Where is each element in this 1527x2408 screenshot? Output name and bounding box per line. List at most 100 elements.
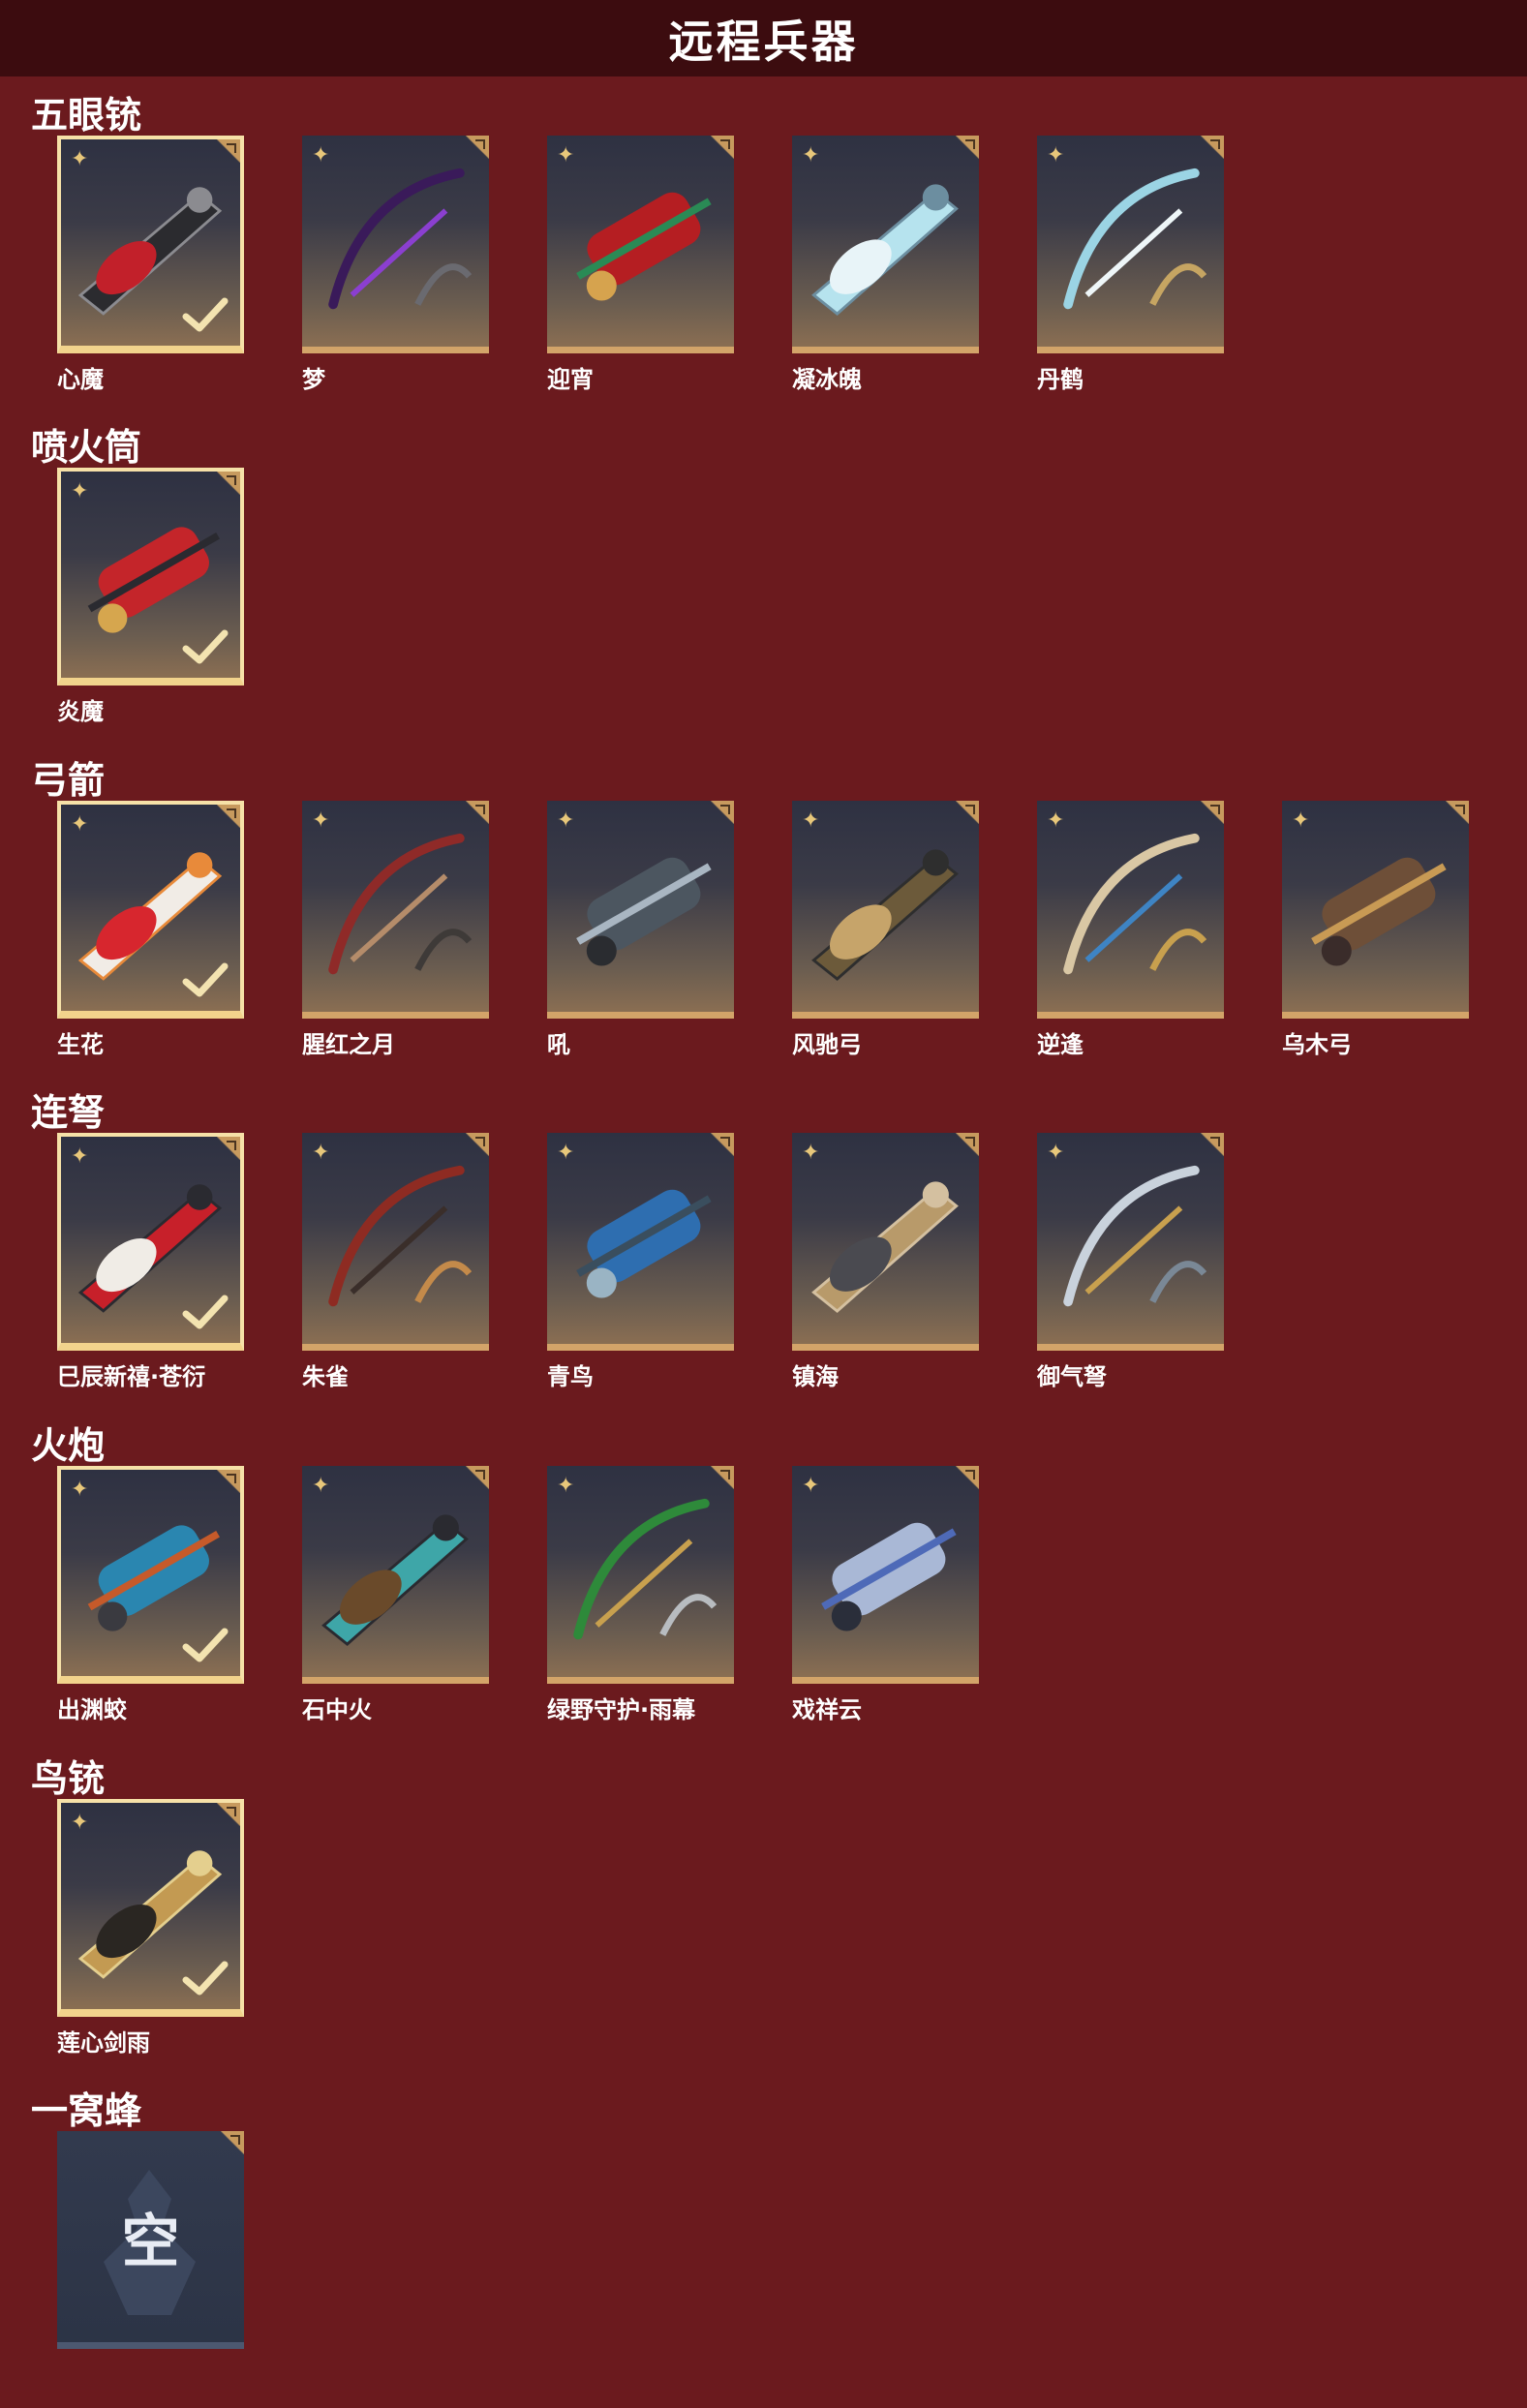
weapon-image xyxy=(1063,168,1207,310)
weapon-card[interactable]: ✦ xyxy=(1282,801,1469,1019)
weapon-item[interactable]: ✦ 生花 xyxy=(57,801,244,1062)
rarity-star-icon: ✦ xyxy=(802,1141,820,1165)
section-title: 火炮 xyxy=(31,1424,106,1467)
rarity-star-icon: ✦ xyxy=(71,812,89,837)
corner-fold-icon xyxy=(466,801,489,824)
corner-fold-icon xyxy=(711,1133,734,1156)
weapon-name: 迎宵 xyxy=(547,366,594,393)
weapon-item[interactable]: ✦ 风驰弓 xyxy=(792,801,979,1062)
weapon-item[interactable]: ✦ 巳辰新禧·苍衍 xyxy=(57,1133,244,1394)
weapon-card[interactable]: ✦ xyxy=(547,801,734,1019)
weapon-item[interactable]: ✦ 镇海 xyxy=(792,1133,979,1394)
rarity-star-icon: ✦ xyxy=(557,1474,575,1498)
weapon-name: 逆逢 xyxy=(1037,1031,1084,1058)
rarity-star-icon: ✦ xyxy=(71,1144,89,1169)
weapon-item[interactable]: ✦ 青鸟 xyxy=(547,1133,734,1394)
rarity-star-icon: ✦ xyxy=(802,1474,820,1498)
weapon-item[interactable]: ✦ 戏祥云 xyxy=(792,1466,979,1727)
weapon-name: 生花 xyxy=(57,1031,104,1058)
weapon-name: 戏祥云 xyxy=(792,1696,862,1723)
page-title: 远程兵器 xyxy=(668,15,859,68)
section-title: 喷火筒 xyxy=(31,426,142,469)
weapon-item[interactable]: ✦ 绿野守护·雨幕 xyxy=(547,1466,734,1727)
weapon-card[interactable]: 空 xyxy=(57,2131,244,2349)
section-title: 一窝蜂 xyxy=(31,2089,142,2132)
weapon-card[interactable]: ✦ xyxy=(57,136,244,353)
corner-fold-icon xyxy=(217,472,240,495)
weapon-item[interactable]: ✦ 朱雀 xyxy=(302,1133,489,1394)
weapon-item[interactable]: ✦ 腥红之月 xyxy=(302,801,489,1062)
section-title: 连弩 xyxy=(31,1091,106,1134)
weapon-item[interactable]: ✦ 出渊蛟 xyxy=(57,1466,244,1727)
rarity-star-icon: ✦ xyxy=(1047,143,1065,168)
section-title: 五眼铳 xyxy=(31,94,142,137)
weapon-card[interactable]: ✦ xyxy=(57,801,244,1019)
rarity-star-icon: ✦ xyxy=(71,479,89,503)
weapon-card[interactable]: ✦ xyxy=(792,1133,979,1351)
empty-weapon-slot[interactable]: 空 xyxy=(57,2131,244,2393)
weapon-card[interactable]: ✦ xyxy=(792,136,979,353)
weapon-item[interactable]: ✦ 梦 xyxy=(302,136,489,397)
weapon-section: 连弩 ✦ 巳辰新禧·苍衍 ✦ 朱雀 ✦ 青鸟 ✦ 镇海 ✦ 御气弩 xyxy=(0,1082,1527,1402)
weapon-card[interactable]: ✦ xyxy=(792,801,979,1019)
weapon-image xyxy=(1311,857,1447,966)
weapon-name: 腥红之月 xyxy=(302,1031,395,1058)
rarity-star-icon: ✦ xyxy=(71,147,89,171)
weapon-card[interactable]: ✦ xyxy=(547,1133,734,1351)
weapon-name: 风驰弓 xyxy=(792,1031,862,1058)
weapon-name: 御气弩 xyxy=(1037,1363,1107,1390)
weapon-card[interactable]: ✦ xyxy=(302,136,489,353)
weapon-item[interactable]: ✦ 吼 xyxy=(547,801,734,1062)
corner-fold-icon xyxy=(1201,1133,1224,1156)
weapon-image xyxy=(328,833,473,975)
weapon-card[interactable]: ✦ xyxy=(547,136,734,353)
weapon-card[interactable]: ✦ xyxy=(57,468,244,686)
weapon-item[interactable]: ✦ 莲心剑雨 xyxy=(57,1799,244,2060)
corner-fold-icon xyxy=(956,1133,979,1156)
weapon-card[interactable]: ✦ xyxy=(547,1466,734,1684)
weapon-section: 一窝蜂空 xyxy=(0,2081,1527,2400)
rarity-star-icon: ✦ xyxy=(1047,808,1065,833)
weapon-image xyxy=(1063,1165,1207,1307)
weapon-image xyxy=(1063,833,1207,975)
weapon-name: 凝冰魄 xyxy=(792,366,862,393)
corner-fold-icon xyxy=(1446,801,1469,824)
corner-fold-icon xyxy=(466,1133,489,1156)
weapon-name: 巳辰新禧·苍衍 xyxy=(57,1363,206,1390)
rarity-star-icon: ✦ xyxy=(312,143,330,168)
weapon-card[interactable]: ✦ xyxy=(1037,136,1224,353)
weapon-card[interactable]: ✦ xyxy=(302,1466,489,1684)
weapon-item[interactable]: ✦ 丹鹤 xyxy=(1037,136,1224,397)
check-icon xyxy=(182,629,229,664)
weapon-card[interactable]: ✦ xyxy=(1037,1133,1224,1351)
weapon-card[interactable]: ✦ xyxy=(57,1466,244,1684)
rarity-star-icon: ✦ xyxy=(312,808,330,833)
weapon-image xyxy=(576,192,712,301)
corner-fold-icon xyxy=(217,139,240,163)
weapon-item[interactable]: ✦ 迎宵 xyxy=(547,136,734,397)
weapon-item[interactable]: ✦ 凝冰魄 xyxy=(792,136,979,397)
weapon-item[interactable]: ✦ 炎魔 xyxy=(57,468,244,729)
weapon-card[interactable]: ✦ xyxy=(302,1133,489,1351)
rarity-star-icon: ✦ xyxy=(557,1141,575,1165)
check-icon xyxy=(182,1628,229,1662)
weapon-item[interactable]: ✦ 心魔 xyxy=(57,136,244,397)
section-title: 弓箭 xyxy=(31,759,106,802)
corner-fold-icon xyxy=(466,136,489,159)
weapon-card[interactable]: ✦ xyxy=(57,1133,244,1351)
rarity-star-icon: ✦ xyxy=(312,1141,330,1165)
weapon-name: 朱雀 xyxy=(302,1363,349,1390)
weapon-card[interactable]: ✦ xyxy=(792,1466,979,1684)
rarity-star-icon: ✦ xyxy=(557,143,575,168)
weapon-item[interactable]: ✦ 御气弩 xyxy=(1037,1133,1224,1394)
weapon-card[interactable]: ✦ xyxy=(1037,801,1224,1019)
weapon-section: 喷火筒 ✦ 炎魔 xyxy=(0,417,1527,737)
corner-fold-icon xyxy=(956,1466,979,1489)
weapon-item[interactable]: ✦ 逆逢 xyxy=(1037,801,1224,1062)
weapon-card[interactable]: ✦ xyxy=(57,1799,244,2017)
weapon-item[interactable]: ✦ 石中火 xyxy=(302,1466,489,1727)
weapon-card[interactable]: ✦ xyxy=(302,801,489,1019)
rarity-star-icon: ✦ xyxy=(1292,808,1310,833)
weapon-item[interactable]: ✦ 乌木弓 xyxy=(1282,801,1469,1062)
weapon-image xyxy=(821,1522,957,1631)
